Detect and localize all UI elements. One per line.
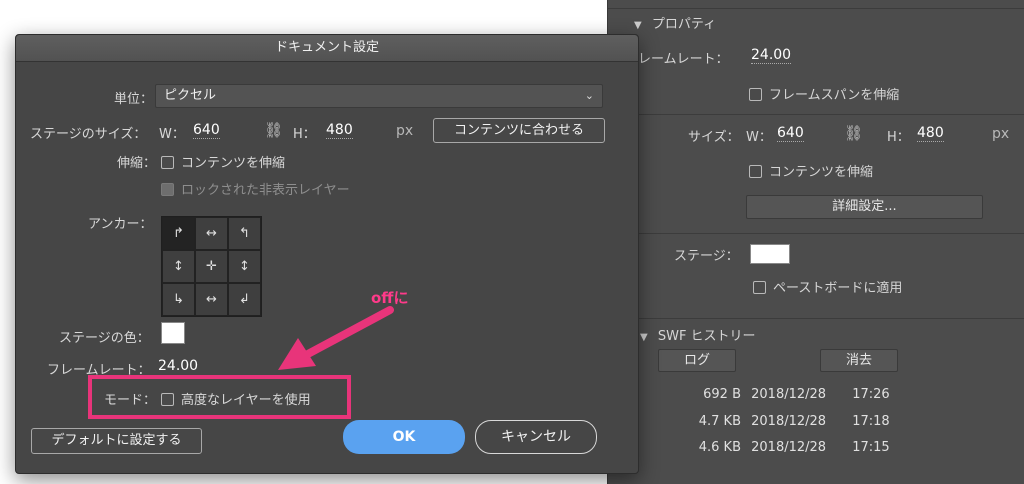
dialog-title[interactable]: ドキュメント設定: [16, 35, 638, 62]
framespan-checkbox[interactable]: フレームスパンを伸縮: [749, 84, 899, 103]
pasteboard-checkbox[interactable]: ペーストボードに適用: [753, 277, 902, 296]
checkbox-icon: [753, 281, 766, 294]
scale-content-checkbox[interactable]: コンテンツを伸縮: [749, 161, 873, 180]
history-time: 17:18: [852, 414, 890, 429]
h-label: H：: [293, 127, 316, 142]
properties-section-header[interactable]: ▼ プロパティ: [634, 13, 716, 32]
stage-label: ステージ：: [674, 249, 739, 264]
panel-divider: [608, 114, 1024, 115]
units-selected-value: ピクセル: [164, 88, 217, 103]
scale-label: 伸縮：: [117, 156, 157, 171]
panel-divider: [608, 318, 1024, 319]
anchor-label: アンカー：: [88, 217, 153, 232]
framespan-checkbox-label: フレームスパンを伸縮: [769, 88, 900, 103]
stage-color-swatch[interactable]: [161, 322, 185, 344]
disclosure-triangle-icon: ▼: [634, 20, 642, 31]
framerate-value[interactable]: 24.00: [158, 358, 198, 374]
anchor-middle-right-icon[interactable]: ↕: [228, 250, 261, 283]
anchor-bottom-center-icon[interactable]: ↔: [195, 283, 228, 316]
swf-history-title: SWF ヒストリー: [657, 329, 756, 344]
anchor-middle-left-icon[interactable]: ↕: [162, 250, 195, 283]
anchor-grid: ↱ ↔ ↰ ↕ ✛ ↕ ↳ ↔ ↲: [161, 216, 262, 317]
width-value[interactable]: 640: [777, 125, 804, 142]
highlight-box: [88, 375, 351, 419]
match-contents-button[interactable]: コンテンツに合わせる: [433, 118, 605, 143]
properties-panel: ▼ プロパティ レームレート： 24.00 フレームスパンを伸縮 サイズ： W：…: [607, 0, 1024, 484]
link-icon[interactable]: ⛓: [844, 124, 863, 142]
height-value[interactable]: 480: [917, 125, 944, 142]
units-select[interactable]: ピクセル ⌄: [155, 84, 603, 108]
history-size: 692 B: [703, 387, 741, 402]
framerate-value[interactable]: 24.00: [751, 47, 792, 64]
scale-contents-label: コンテンツを伸縮: [181, 156, 286, 171]
anchor-center-icon[interactable]: ✛: [195, 250, 228, 283]
panel-divider: [608, 8, 1024, 9]
history-time: 17:15: [852, 440, 890, 455]
chevron-down-icon: ⌄: [584, 89, 594, 102]
set-as-default-button[interactable]: デフォルトに設定する: [31, 428, 202, 454]
h-label: H：: [887, 130, 910, 145]
stage-color-swatch[interactable]: [750, 244, 790, 264]
annotation-note: offに: [371, 289, 409, 307]
units-label: 単位：: [114, 92, 154, 107]
locked-hidden-layers-label: ロックされた非表示レイヤー: [181, 183, 350, 198]
history-date: 2018/12/28: [751, 440, 827, 455]
px-unit: px: [992, 126, 1010, 142]
px-unit: px: [396, 123, 414, 139]
history-time: 17:26: [852, 387, 890, 402]
size-label: サイズ：: [688, 130, 740, 145]
history-row: 4.6 KB 2018/12/28 17:15: [693, 440, 890, 455]
anchor-top-center-icon[interactable]: ↔: [195, 217, 228, 250]
history-date: 2018/12/28: [751, 387, 827, 402]
checkbox-icon: [161, 156, 174, 169]
stage-color-label: ステージの色：: [59, 331, 150, 346]
history-date: 2018/12/28: [751, 414, 827, 429]
pasteboard-label: ペーストボードに適用: [773, 281, 903, 296]
log-button[interactable]: ログ: [658, 349, 736, 372]
checkbox-icon: [749, 88, 762, 101]
ok-button[interactable]: OK: [343, 420, 465, 454]
panel-divider: [608, 233, 1024, 234]
width-value[interactable]: 640: [193, 122, 220, 139]
checkbox-checked-disabled-icon: [161, 183, 174, 196]
framerate-label: レームレート：: [638, 52, 729, 67]
history-size: 4.6 KB: [698, 440, 741, 455]
checkbox-icon: [749, 165, 762, 178]
locked-hidden-layers-checkbox: ロックされた非表示レイヤー: [161, 179, 350, 198]
w-label: W：: [746, 130, 772, 145]
w-label: W：: [159, 127, 185, 142]
anchor-top-right-icon[interactable]: ↰: [228, 217, 261, 250]
link-icon[interactable]: ⛓: [264, 121, 283, 139]
history-row: 692 B 2018/12/28 17:26: [693, 387, 890, 402]
annotation-arrow-icon: [278, 306, 394, 370]
history-size: 4.7 KB: [698, 414, 741, 429]
clear-button[interactable]: 消去: [820, 349, 898, 372]
swf-history-header[interactable]: ▼ SWF ヒストリー: [640, 325, 756, 344]
stage-size-label: ステージのサイズ：: [30, 127, 147, 142]
scale-contents-checkbox[interactable]: コンテンツを伸縮: [161, 152, 285, 171]
cancel-button[interactable]: キャンセル: [475, 420, 597, 454]
scale-content-label: コンテンツを伸縮: [769, 165, 874, 180]
section-title: プロパティ: [651, 17, 717, 32]
anchor-bottom-left-icon[interactable]: ↳: [162, 283, 195, 316]
disclosure-triangle-icon: ▼: [640, 332, 648, 343]
history-row: 4.7 KB 2018/12/28 17:18: [693, 414, 890, 429]
height-value[interactable]: 480: [326, 122, 353, 139]
advanced-settings-button[interactable]: 詳細設定...: [746, 195, 983, 219]
anchor-bottom-right-icon[interactable]: ↲: [228, 283, 261, 316]
anchor-top-left-icon[interactable]: ↱: [162, 217, 195, 250]
